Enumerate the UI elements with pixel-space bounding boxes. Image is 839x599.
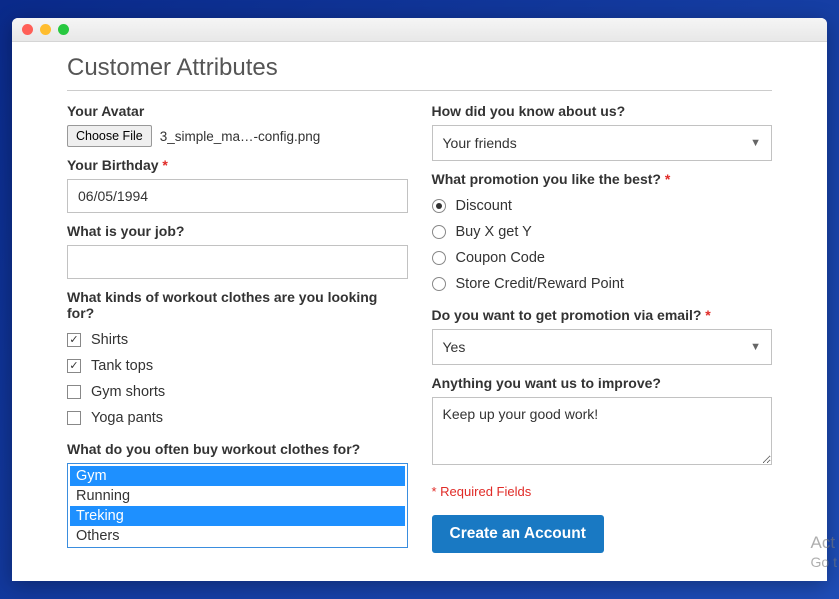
left-column: Your Avatar Choose File 3_simple_ma…-con… xyxy=(67,103,408,553)
checkbox-option[interactable]: Shirts xyxy=(67,327,408,353)
option-label: Buy X get Y xyxy=(456,224,532,240)
multiselect-option[interactable]: Gym xyxy=(70,466,405,486)
option-label: Coupon Code xyxy=(456,250,546,266)
choose-file-button[interactable]: Choose File xyxy=(67,125,152,147)
option-label: Discount xyxy=(456,198,512,214)
page-title: Customer Attributes xyxy=(67,54,772,91)
multiselect-option[interactable]: Treking xyxy=(70,506,405,526)
buy-for-multiselect[interactable]: Gym Running Treking Others xyxy=(67,463,408,548)
multiselect-option[interactable]: Others xyxy=(70,526,405,546)
checkbox-icon[interactable] xyxy=(67,359,81,373)
form-content: Customer Attributes Your Avatar Choose F… xyxy=(12,42,827,581)
select-value: Your friends xyxy=(443,135,517,151)
know-about-label: How did you know about us? xyxy=(432,103,773,119)
required-marker: * xyxy=(162,157,167,173)
window-titlebar xyxy=(12,18,827,42)
create-account-button[interactable]: Create an Account xyxy=(432,515,604,553)
improve-textarea[interactable] xyxy=(432,397,773,465)
radio-icon[interactable] xyxy=(432,199,446,213)
radio-icon[interactable] xyxy=(432,277,446,291)
radio-icon[interactable] xyxy=(432,251,446,265)
promo-email-select[interactable]: Yes ▼ xyxy=(432,329,773,365)
option-label: Yoga pants xyxy=(91,410,163,426)
required-marker: * xyxy=(665,171,670,187)
checkbox-icon[interactable] xyxy=(67,411,81,425)
workout-kinds-options: Shirts Tank tops Gym shorts Yoga pants xyxy=(67,327,408,431)
workout-kinds-label: What kinds of workout clothes are you lo… xyxy=(67,289,408,321)
avatar-file-row: Choose File 3_simple_ma…-config.png xyxy=(67,125,408,147)
radio-option[interactable]: Discount xyxy=(432,193,773,219)
app-window: Customer Attributes Your Avatar Choose F… xyxy=(12,18,827,581)
checkbox-icon[interactable] xyxy=(67,385,81,399)
maximize-icon[interactable] xyxy=(58,24,69,35)
option-label: Store Credit/Reward Point xyxy=(456,276,624,292)
birthday-label-text: Your Birthday xyxy=(67,157,159,173)
option-label: Shirts xyxy=(91,332,128,348)
promotion-best-label: What promotion you like the best? * xyxy=(432,171,773,187)
job-label: What is your job? xyxy=(67,223,408,239)
avatar-label: Your Avatar xyxy=(67,103,408,119)
chevron-down-icon: ▼ xyxy=(750,137,761,149)
promotion-best-label-text: What promotion you like the best? xyxy=(432,171,661,187)
buy-for-label: What do you often buy workout clothes fo… xyxy=(67,441,408,457)
option-label: Gym shorts xyxy=(91,384,165,400)
required-marker: * xyxy=(705,307,710,323)
select-value: Yes xyxy=(443,339,466,355)
birthday-label: Your Birthday * xyxy=(67,157,408,173)
chevron-down-icon: ▼ xyxy=(750,341,761,353)
improve-label: Anything you want us to improve? xyxy=(432,375,773,391)
chosen-file-name: 3_simple_ma…-config.png xyxy=(160,129,321,144)
promo-email-label-text: Do you want to get promotion via email? xyxy=(432,307,702,323)
radio-option[interactable]: Buy X get Y xyxy=(432,219,773,245)
radio-icon[interactable] xyxy=(432,225,446,239)
checkbox-option[interactable]: Tank tops xyxy=(67,353,408,379)
close-icon[interactable] xyxy=(22,24,33,35)
job-input[interactable] xyxy=(67,245,408,279)
promo-email-label: Do you want to get promotion via email? … xyxy=(432,307,773,323)
promotion-options: Discount Buy X get Y Coupon Code Store C… xyxy=(432,193,773,297)
know-about-select[interactable]: Your friends ▼ xyxy=(432,125,773,161)
right-column: How did you know about us? Your friends … xyxy=(432,103,773,553)
minimize-icon[interactable] xyxy=(40,24,51,35)
multiselect-option[interactable]: Running xyxy=(70,486,405,506)
checkbox-icon[interactable] xyxy=(67,333,81,347)
birthday-input[interactable] xyxy=(67,179,408,213)
radio-option[interactable]: Store Credit/Reward Point xyxy=(432,271,773,297)
option-label: Tank tops xyxy=(91,358,153,374)
checkbox-option[interactable]: Yoga pants xyxy=(67,405,408,431)
checkbox-option[interactable]: Gym shorts xyxy=(67,379,408,405)
required-fields-note: * Required Fields xyxy=(432,484,773,499)
radio-option[interactable]: Coupon Code xyxy=(432,245,773,271)
